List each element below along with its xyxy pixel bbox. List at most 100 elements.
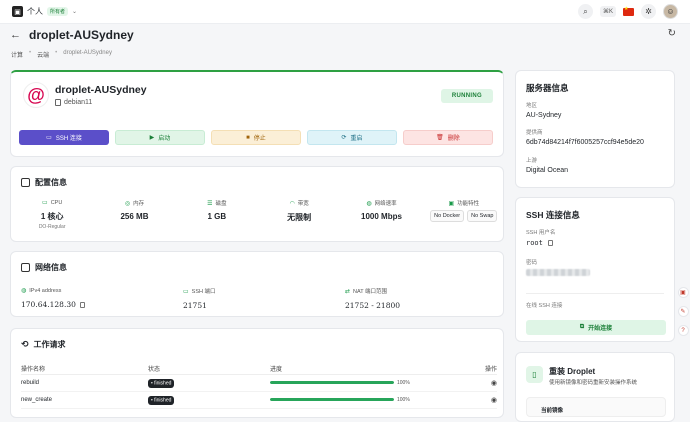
start-connect-label: 开始连接 xyxy=(588,326,613,332)
jobs-table: 操作名称 状态 进度 操作 rebuild • finished 100% ◉ … xyxy=(21,363,497,409)
job-name: rebuild xyxy=(21,380,40,386)
region-field: 地区 AU-Sydney xyxy=(526,101,561,119)
config-section-title: 配置信息 xyxy=(21,177,67,188)
network-speed-spec: ◍ 网络速率 1000 Mbps xyxy=(340,199,422,230)
reinstall-card: ▯ 重装 Droplet 使用新镜像和密码重新安装操作系统 当前镜像 xyxy=(515,352,675,422)
ssh-password-label: 密码 xyxy=(526,260,538,266)
globe-icon: ◍ xyxy=(21,288,27,294)
refresh-icon[interactable]: ↻ xyxy=(668,28,676,39)
view-eye-icon[interactable]: ◉ xyxy=(491,397,497,404)
ssh-port-label: SSH 端口 xyxy=(191,289,216,295)
cpu-icon: ▭ xyxy=(42,200,48,206)
job-status-badge: • finished xyxy=(148,395,175,405)
settings-gear-icon[interactable]: ✲ xyxy=(641,4,656,19)
delete-button[interactable]: 🗑 删除 xyxy=(403,130,493,145)
view-eye-icon[interactable]: ◉ xyxy=(491,380,497,387)
avatar[interactable]: ☺ xyxy=(663,4,678,19)
stop-icon: ■ xyxy=(246,134,250,141)
trash-icon: 🗑 xyxy=(436,135,444,141)
bandwidth-value: 无限制 xyxy=(287,213,312,222)
features-icon: ▣ xyxy=(448,200,455,207)
current-image-label: 当前镜像 xyxy=(526,397,666,417)
play-icon: ▶ xyxy=(149,135,155,141)
ssh-info-title: SSH 连接信息 xyxy=(526,210,580,220)
restart-button[interactable]: ⟳ 重启 xyxy=(307,130,397,145)
upstream-field: 上游 Digital Ocean xyxy=(526,156,568,174)
droplet-os: debian11 xyxy=(55,99,92,106)
cpu-plan: DO-Regular xyxy=(38,224,66,230)
start-label: 启动 xyxy=(158,136,171,142)
memory-spec: ◎ 内存 256 MB xyxy=(93,199,175,230)
globe-icon: ◍ xyxy=(366,200,372,207)
delete-label: 删除 xyxy=(447,136,460,142)
job-name: new_create xyxy=(21,397,53,403)
progress-bar xyxy=(270,397,394,401)
column-header: 操作名称 xyxy=(21,367,46,373)
cpu-value: 1 核心 xyxy=(40,212,64,221)
workspace-name: 个人 xyxy=(27,7,43,16)
droplet-summary-card: @ droplet-AUSydney debian11 RUNNING ▭ SSH… xyxy=(10,70,504,157)
server-icon xyxy=(21,178,30,187)
droplet-name: droplet-AUSydney xyxy=(55,84,147,96)
speed-value: 1000 Mbps xyxy=(361,212,402,221)
copy-icon[interactable] xyxy=(79,301,85,308)
gift-icon[interactable]: ▣ xyxy=(677,287,689,298)
network-title-text: 网络信息 xyxy=(35,263,67,272)
reinstall-icon: ▯ xyxy=(526,366,543,383)
floating-toolbar: ▣ ✎ ? xyxy=(676,287,690,336)
job-requests-card: ⟲ 工作请求 操作名称 状态 进度 操作 rebuild • finished … xyxy=(10,328,504,418)
memory-icon: ◎ xyxy=(124,200,131,207)
disk-label: 磁盘 xyxy=(215,201,227,207)
disk-icon: ☰ xyxy=(207,200,213,207)
job-status-text: finished xyxy=(154,397,172,403)
features-spec: ▣ 功能特性 No Docker No Swap xyxy=(423,199,505,230)
language-flag-icon[interactable] xyxy=(623,6,634,16)
top-bar: ▣ 个人 所有者 ⌄ ⌕ ⌘K ✲ ☺ xyxy=(0,0,690,24)
breadcrumb-separator: • xyxy=(55,50,58,56)
network-section-title: 网络信息 xyxy=(21,262,67,273)
region-label: 地区 xyxy=(526,103,538,109)
job-status-badge: • finished xyxy=(148,378,175,388)
help-icon[interactable]: ? xyxy=(677,325,689,336)
speed-label: 网络速率 xyxy=(374,201,397,207)
reinstall-description: 使用新镜像和密码重新安装操作系统 xyxy=(549,380,638,386)
status-badge: RUNNING xyxy=(440,89,493,103)
workspace-logo-icon: ▣ xyxy=(12,6,23,17)
stop-button[interactable]: ■ 停止 xyxy=(211,130,301,145)
network-icon xyxy=(21,263,30,272)
disk-value: 1 GB xyxy=(207,212,227,221)
column-header: 进度 xyxy=(270,367,283,373)
breadcrumb: 计算 • 云端 • droplet-AUSydney xyxy=(11,50,112,59)
feature-tag: No Swap xyxy=(467,210,498,222)
breadcrumb-cloud[interactable]: 云端 xyxy=(37,50,49,59)
start-button[interactable]: ▶ 启动 xyxy=(115,130,205,145)
start-connect-button[interactable]: ⧉ 开始连接 xyxy=(526,320,666,335)
provider-id-value: 6db74d84214f7f6005257ccf94e5de20 xyxy=(526,139,644,146)
shortcut-hint: ⌘K xyxy=(599,6,616,17)
disk-spec: ☰ 磁盘 1 GB xyxy=(176,199,258,230)
feedback-icon[interactable]: ✎ xyxy=(677,306,689,317)
debian-logo-icon: @ xyxy=(23,82,49,108)
nat-range-field: ⇄ NAT 端口范围 21752 - 21800 xyxy=(345,287,507,311)
back-arrow-icon[interactable]: ← xyxy=(10,29,21,41)
jobs-section-title: ⟲ 工作请求 xyxy=(21,339,66,350)
copy-icon[interactable] xyxy=(547,240,553,246)
region-value: AU-Sydney xyxy=(526,112,562,119)
column-header: 状态 xyxy=(148,367,161,373)
ssh-connect-button[interactable]: ▭ SSH 连接 xyxy=(19,130,109,145)
progress-percent: 100% xyxy=(397,380,410,386)
search-icon[interactable]: ⌕ xyxy=(577,4,593,19)
server-info-title: 服务器信息 xyxy=(526,83,569,93)
table-row: new_create • finished 100% ◉ xyxy=(21,392,497,409)
breadcrumb-compute[interactable]: 计算 xyxy=(11,50,23,59)
cpu-label: CPU xyxy=(50,199,63,206)
breadcrumb-separator: • xyxy=(29,50,32,56)
ssh-port-field: ▭ SSH 端口 21751 xyxy=(183,287,345,311)
workspace-switcher[interactable]: ▣ 个人 所有者 ⌄ xyxy=(12,6,77,17)
wifi-icon: ◠ xyxy=(289,200,295,207)
config-title-text: 配置信息 xyxy=(35,178,67,187)
terminal-icon: ▭ xyxy=(183,288,189,295)
chevron-down-icon: ⌄ xyxy=(72,9,78,15)
nat-icon: ⇄ xyxy=(345,288,351,295)
nat-label: NAT 端口范围 xyxy=(353,289,388,295)
